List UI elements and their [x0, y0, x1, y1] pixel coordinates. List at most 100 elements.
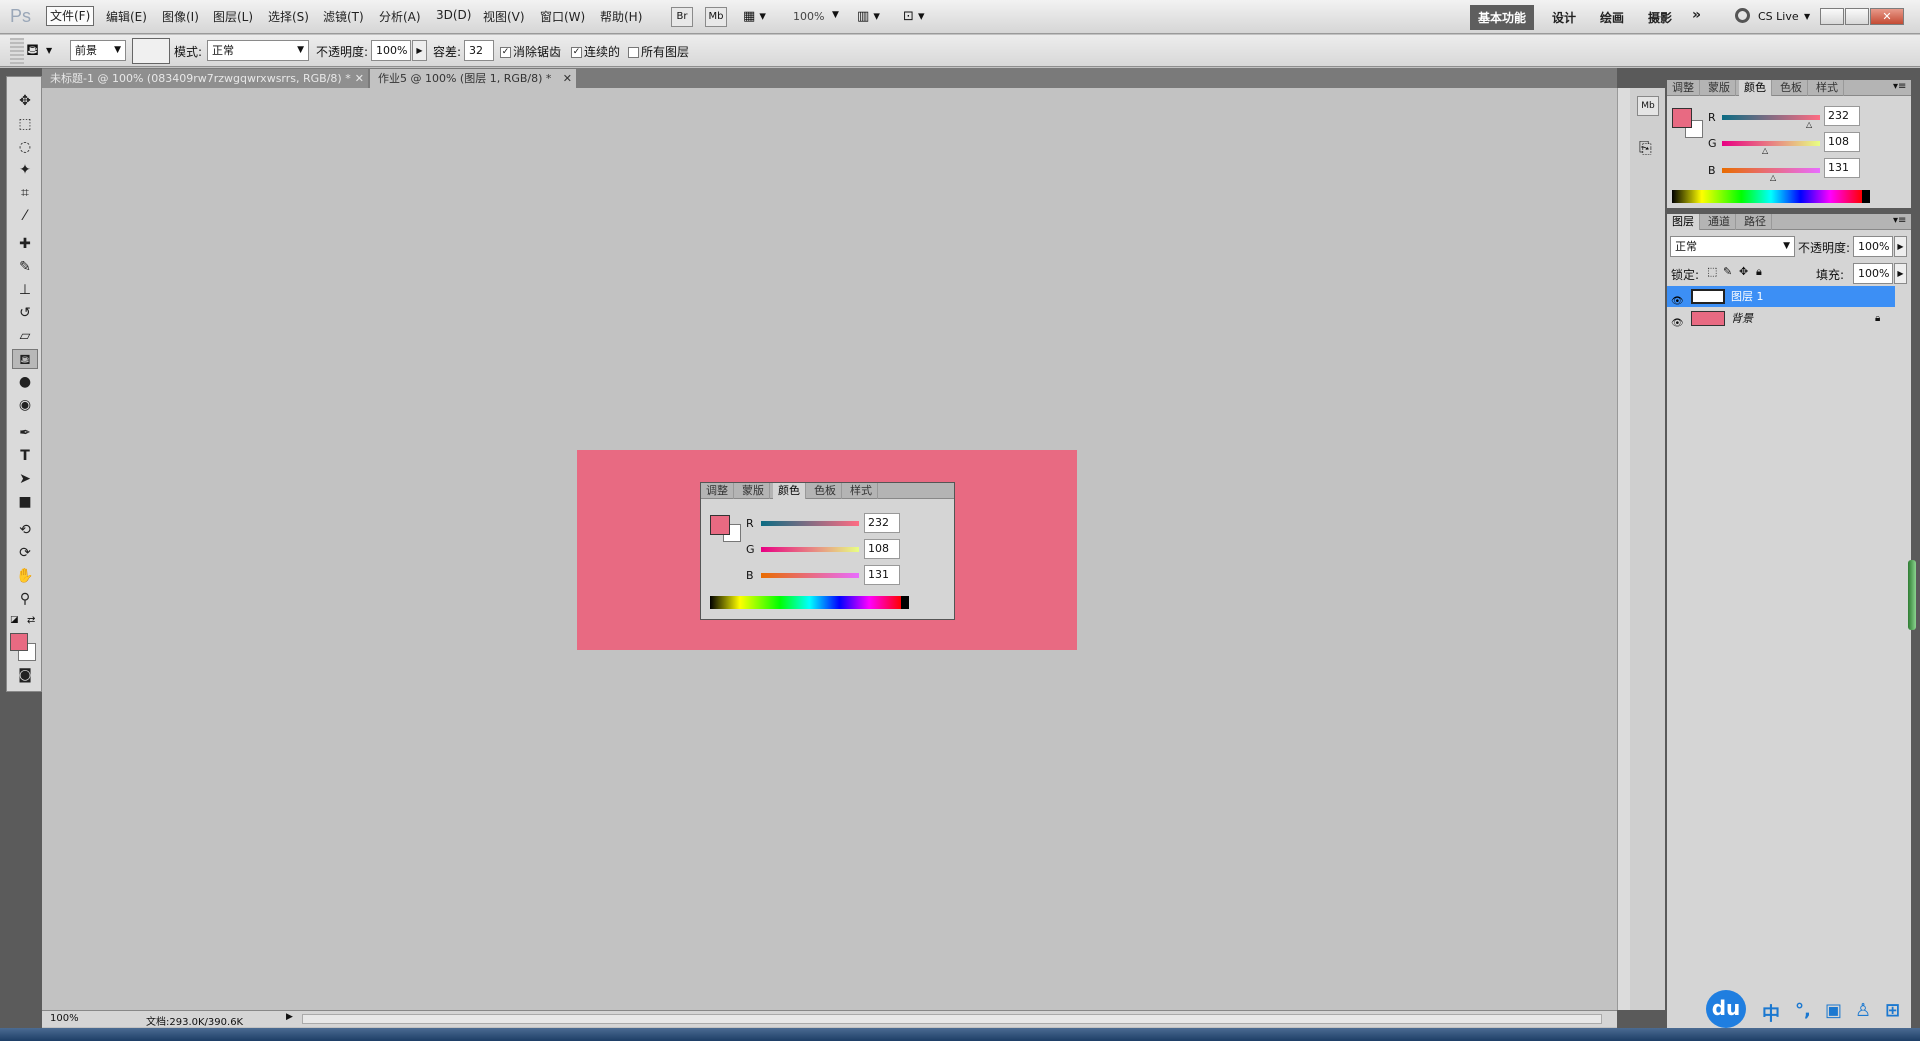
g-slider[interactable] — [1722, 141, 1820, 146]
pattern-picker[interactable] — [132, 38, 170, 64]
document-canvas[interactable]: 调整 蒙版 颜色 色板 样式 R G B 232 108 131 — [577, 450, 1077, 650]
path-select-tool-icon[interactable]: ➤ — [12, 469, 38, 489]
quick-mask-icon[interactable]: ◙ — [12, 665, 38, 685]
paint-bucket-tool-icon[interactable]: ⛾ — [12, 349, 38, 369]
tolerance-input[interactable]: 32 — [464, 40, 494, 61]
contiguous-checkbox[interactable]: ✓ — [571, 47, 582, 58]
opacity-input[interactable]: 100% — [371, 40, 411, 61]
minibridge-button[interactable]: Mb — [705, 7, 727, 27]
workspace-photography[interactable]: 摄影 — [1648, 9, 1672, 26]
close-icon[interactable]: ✕ — [355, 69, 364, 88]
layer-row-layer1[interactable]: 👁︎ 图层 1 — [1667, 286, 1895, 307]
dodge-tool-icon[interactable]: ◉ — [12, 395, 38, 415]
bridge-button[interactable]: Br — [671, 7, 693, 27]
workspace-essentials[interactable]: 基本功能 — [1470, 5, 1535, 30]
zoom-tool-icon[interactable]: ⚲ — [12, 589, 38, 609]
screen-mode-icon[interactable]: ⊡ ▾ — [903, 9, 925, 24]
close-icon[interactable]: ✕ — [563, 69, 572, 88]
opacity-slider-button[interactable]: ▶ — [412, 40, 427, 61]
doc-tab-homework5[interactable]: 作业5 @ 100% (图层 1, RGB/8) * ✕ — [370, 69, 576, 88]
clone-stamp-tool-icon[interactable]: ⊥ — [12, 280, 38, 300]
baidu-ime-logo[interactable]: du — [1706, 990, 1746, 1028]
g-value-input[interactable]: 108 — [1824, 132, 1860, 152]
blur-tool-icon[interactable]: ● — [12, 372, 38, 392]
mode-select[interactable]: 正常 ▼ — [207, 40, 309, 61]
lock-transparent-icon[interactable]: ⬚ — [1707, 265, 1717, 278]
tab-paths[interactable]: 路径 — [1739, 214, 1772, 230]
3d-rotate-tool-icon[interactable]: ⟲ — [12, 520, 38, 540]
antialias-option[interactable]: ✓ 消除锯齿 — [500, 43, 561, 60]
lock-position-icon[interactable]: ✥ — [1739, 265, 1748, 278]
cslive-dropdown-icon[interactable]: ▼ — [1804, 12, 1810, 21]
tab-color[interactable]: 颜色 — [1739, 80, 1772, 96]
3d-orbit-tool-icon[interactable]: ⟳ — [12, 543, 38, 563]
tab-layers[interactable]: 图层 — [1667, 214, 1700, 230]
eraser-tool-icon[interactable]: ▱ — [12, 326, 38, 346]
workspace-design[interactable]: 设计 — [1552, 9, 1576, 26]
foreground-color-swatch[interactable] — [10, 633, 28, 651]
menu-analysis[interactable]: 分析(A) — [379, 8, 421, 25]
cslive-button[interactable]: CS Live — [1758, 10, 1799, 23]
all-layers-option[interactable]: 所有图层 — [628, 43, 689, 60]
minibridge-panel-icon[interactable]: Mb — [1637, 96, 1659, 116]
history-panel-icon[interactable]: ⎘ — [1639, 138, 1652, 158]
menu-file[interactable]: 文件(F) — [46, 6, 95, 26]
panel-menu-icon[interactable]: ▾≡ — [1893, 215, 1906, 226]
tab-styles[interactable]: 样式 — [1811, 80, 1844, 96]
g-slider-thumb[interactable]: △ — [1762, 146, 1768, 155]
lock-image-icon[interactable]: ✎ — [1723, 265, 1732, 278]
doc-tab-untitled[interactable]: 未标题-1 @ 100% (083409rw7rzwgqwrxwsrrs, RG… — [42, 69, 368, 88]
r-value-input[interactable]: 232 — [1824, 106, 1860, 126]
more-workspaces-icon[interactable]: » — [1692, 7, 1701, 23]
healing-brush-tool-icon[interactable]: ✚ — [12, 234, 38, 254]
ime-language[interactable]: 中 — [1762, 1000, 1780, 1026]
preset-dropdown-icon[interactable]: ▼ — [46, 46, 52, 55]
r-slider-thumb[interactable]: △ — [1806, 120, 1812, 129]
arrange-documents-icon[interactable]: ▥ ▾ — [857, 9, 880, 24]
workspace-painting[interactable]: 绘画 — [1600, 9, 1624, 26]
layer-name[interactable]: 背景 — [1731, 308, 1753, 329]
ime-menu-icon[interactable]: ⊞ — [1885, 1000, 1900, 1021]
status-zoom[interactable]: 100% — [50, 1013, 79, 1024]
tab-adjustments[interactable]: 调整 — [1667, 80, 1700, 96]
lock-all-icon[interactable]: 🔒︎ — [1756, 265, 1762, 279]
quick-select-tool-icon[interactable]: ✦ — [12, 160, 38, 180]
eye-icon[interactable]: 👁︎ — [1671, 313, 1684, 334]
antialias-checkbox[interactable]: ✓ — [500, 47, 511, 58]
ime-toolbox-icon[interactable]: ▣ — [1825, 1000, 1842, 1021]
restore-button[interactable] — [1845, 8, 1869, 25]
menu-3d[interactable]: 3D(D) — [436, 8, 471, 22]
type-tool-icon[interactable]: T — [12, 446, 38, 466]
menu-help[interactable]: 帮助(H) — [600, 8, 642, 25]
panel-menu-icon[interactable]: ▾≡ — [1893, 81, 1906, 92]
zoom-level[interactable]: 100% — [793, 10, 824, 23]
eyedropper-tool-icon[interactable]: ⁄ — [12, 206, 38, 226]
view-extras-icon[interactable]: ▦ ▾ — [743, 9, 766, 24]
fill-slider-button[interactable]: ▶ — [1894, 263, 1907, 284]
color-spectrum[interactable] — [1672, 190, 1870, 203]
pen-tool-icon[interactable]: ✒ — [12, 423, 38, 443]
zoom-dropdown-icon[interactable]: ▼ — [832, 10, 839, 20]
side-scroll-indicator[interactable] — [1908, 560, 1916, 630]
menu-filter[interactable]: 滤镜(T) — [323, 8, 364, 25]
default-colors-icon[interactable]: ◪ — [10, 615, 19, 625]
swap-colors-icon[interactable]: ⇄ — [27, 615, 35, 626]
lasso-tool-icon[interactable]: ◌ — [12, 137, 38, 157]
menu-window[interactable]: 窗口(W) — [540, 8, 585, 25]
layer-name[interactable]: 图层 1 — [1731, 286, 1764, 307]
rectangle-tool-icon[interactable]: ■ — [12, 492, 38, 512]
history-brush-tool-icon[interactable]: ↺ — [12, 303, 38, 323]
layer-opacity-input[interactable]: 100% — [1853, 236, 1893, 257]
menu-image[interactable]: 图像(I) — [162, 8, 199, 25]
brush-tool-icon[interactable]: ✎ — [12, 257, 38, 277]
menu-view[interactable]: 视图(V) — [483, 8, 525, 25]
fill-input[interactable]: 100% — [1853, 263, 1893, 284]
status-menu-icon[interactable]: ▶ — [286, 1012, 293, 1022]
menu-layer[interactable]: 图层(L) — [213, 8, 253, 25]
minimize-button[interactable] — [1820, 8, 1844, 25]
blend-dropdown-icon[interactable]: ▼ — [1783, 237, 1790, 256]
hand-tool-icon[interactable]: ✋ — [12, 566, 38, 586]
vertical-scrollbar[interactable] — [1617, 88, 1630, 1010]
close-button[interactable]: ✕ — [1870, 8, 1904, 25]
menu-edit[interactable]: 编辑(E) — [106, 8, 147, 25]
